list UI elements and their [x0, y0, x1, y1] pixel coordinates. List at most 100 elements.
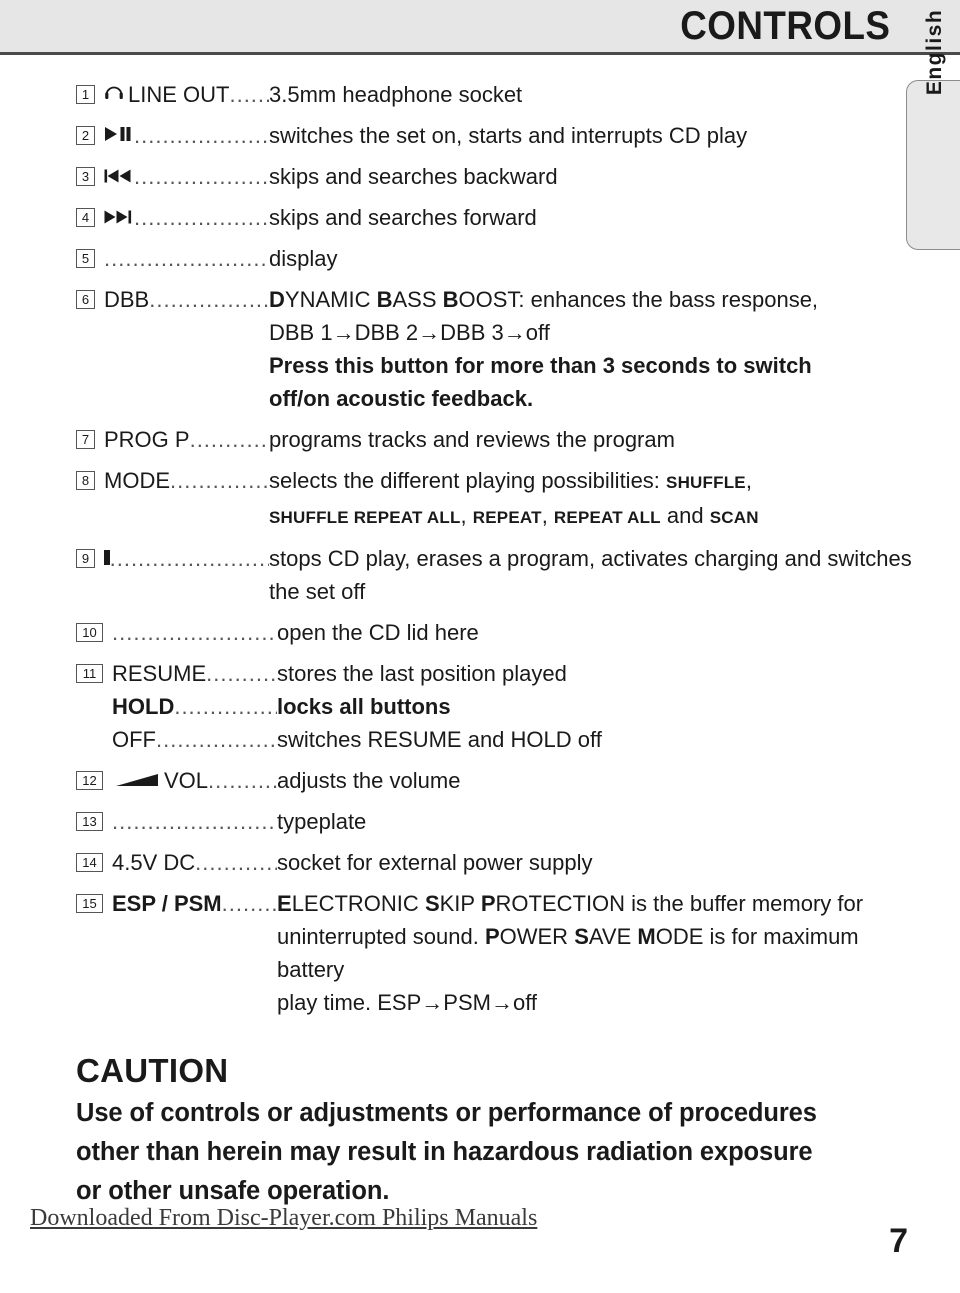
- page-number: 7: [889, 1222, 908, 1260]
- dot-leader: ........................................…: [229, 82, 269, 107]
- control-label-column: ESP / PSM ..............................…: [112, 887, 277, 920]
- control-body: ........................................…: [104, 201, 886, 234]
- page-title: CONTROLS: [679, 4, 890, 48]
- text-run: uninterrupted sound.: [277, 924, 485, 949]
- control-continuation-line: play time. ESP→PSM→off: [277, 986, 886, 1019]
- control-description: stops CD play, erases a program, activat…: [269, 546, 912, 571]
- control-label-column: ........................................…: [104, 242, 269, 275]
- control-label-column: ........................................…: [104, 201, 269, 234]
- control-label: RESUME: [112, 661, 207, 686]
- text-run: SHUFFLE: [666, 473, 746, 492]
- control-label-column: ........................................…: [104, 160, 269, 193]
- text-run: LECTRONIC: [291, 891, 425, 916]
- control-description: stores the last position played: [277, 661, 567, 686]
- control-label-column: RESUME .................................…: [112, 657, 277, 690]
- control-label-column: ........................................…: [112, 616, 277, 649]
- text-run: B: [376, 287, 393, 312]
- text-run: selects the different playing possibilit…: [269, 468, 667, 493]
- control-item: 1 LINE OUT ..............................…: [76, 78, 886, 111]
- control-item: 14 4.5V DC ..............................…: [76, 846, 886, 879]
- control-item: 5.......................................…: [76, 242, 886, 275]
- control-description: DYNAMIC BASS BOOST: enhances the bass re…: [269, 283, 886, 316]
- caution-line: Use of controls or adjustments or perfor…: [76, 1099, 817, 1127]
- control-label-column: MODE ...................................…: [104, 464, 269, 497]
- text-run: P: [484, 924, 500, 949]
- control-primary-line: VOL ....................................…: [112, 764, 886, 797]
- control-continuation-line: Press this button for more than 3 second…: [269, 353, 812, 378]
- text-run: play time. ESP→PSM→off: [277, 990, 538, 1015]
- control-label: ESP / PSM: [112, 891, 222, 916]
- control-body: ........................................…: [112, 616, 886, 649]
- control-number-badge: 3: [76, 167, 95, 186]
- dot-leader: ........................................…: [134, 123, 269, 148]
- controls-list: 1 LINE OUT ..............................…: [76, 78, 912, 1027]
- control-body: ........................................…: [104, 119, 886, 152]
- control-number-badge: 6: [76, 290, 95, 309]
- text-run: and: [660, 503, 710, 528]
- control-description: skips and searches forward: [269, 205, 537, 230]
- control-primary-line: ........................................…: [112, 616, 886, 649]
- control-item: 3.......................................…: [76, 160, 886, 193]
- control-item: 9.......................................…: [76, 542, 912, 608]
- text-run: S: [574, 924, 589, 949]
- dot-leader: ........................................…: [104, 246, 269, 271]
- control-body: D B B ....................................…: [104, 283, 886, 415]
- control-body: RESUME .................................…: [112, 657, 886, 756]
- control-number-badge: 9: [76, 549, 95, 568]
- dot-leader: ........................................…: [149, 287, 269, 312]
- control-primary-line: ........................................…: [104, 542, 912, 575]
- control-description: 3.5mm headphone socket: [269, 82, 523, 107]
- dot-leader: ........................................…: [208, 768, 277, 793]
- control-description: switches the set on, starts and interrup…: [269, 123, 748, 148]
- control-label-column: ........................................…: [104, 119, 269, 152]
- dot-leader: ........................................…: [134, 164, 269, 189]
- headphone-icon: [104, 78, 124, 99]
- dot-leader: ........................................…: [195, 850, 277, 875]
- control-item: 8 MODE ..................................…: [76, 464, 886, 534]
- control-sub-label-column: HOLD ...................................…: [112, 690, 277, 723]
- control-sub-line: OFF ....................................…: [112, 723, 886, 756]
- control-body: ESP / PSM ..............................…: [112, 887, 886, 1019]
- text-run: OOST: enhances the bass response,: [458, 287, 819, 312]
- control-label-column: PROG P .................................…: [104, 423, 269, 456]
- control-body: ........................................…: [104, 242, 886, 275]
- text-run: E: [277, 891, 292, 916]
- control-label-column: ........................................…: [112, 805, 277, 838]
- control-description: adjusts the volume: [277, 768, 461, 793]
- control-description: ELECTRONIC SKIP PROTECTION is the buffer…: [277, 887, 886, 920]
- control-number-badge: 15: [76, 894, 103, 913]
- control-primary-line: ........................................…: [104, 242, 886, 275]
- text-run: B: [442, 287, 459, 312]
- control-description: selects the different playing possibilit…: [269, 464, 886, 499]
- text-run: S: [424, 891, 440, 916]
- control-primary-line: D B B ....................................…: [104, 283, 886, 316]
- text-run: D: [269, 287, 285, 312]
- control-body: MODE ...................................…: [104, 464, 886, 534]
- control-primary-line: ........................................…: [112, 805, 886, 838]
- control-label: VOL: [164, 768, 209, 793]
- volume-icon: [116, 764, 160, 786]
- control-description: socket for external power supply: [277, 850, 593, 875]
- dot-leader: ........................................…: [112, 620, 277, 645]
- control-primary-line: ........................................…: [104, 160, 886, 193]
- control-number-badge: 2: [76, 126, 95, 145]
- stop-icon: [104, 550, 110, 565]
- skip-backward-icon: [104, 160, 134, 183]
- control-item: 10......................................…: [76, 616, 886, 649]
- control-sub-description: switches RESUME and HOLD off: [277, 727, 602, 752]
- text-run: REPEAT: [472, 508, 542, 527]
- text-run: ,: [460, 503, 473, 528]
- skip-forward-icon: [104, 201, 134, 224]
- dot-leader: ........................................…: [156, 727, 277, 752]
- control-body: ........................................…: [112, 805, 886, 838]
- dot-leader: ........................................…: [109, 546, 269, 571]
- control-label: LINE OUT: [128, 82, 230, 107]
- control-body: LINE OUT ...............................…: [104, 78, 886, 111]
- control-primary-line: LINE OUT ...............................…: [104, 78, 886, 111]
- control-body: PROG P .................................…: [104, 423, 886, 456]
- control-description: open the CD lid here: [277, 620, 479, 645]
- control-sub-label-column: OFF ....................................…: [112, 723, 277, 756]
- control-number-badge: 7: [76, 430, 95, 449]
- control-body: 4.5V DC ................................…: [112, 846, 886, 879]
- text-run: ROTECTION is the buffer memory for: [495, 891, 864, 916]
